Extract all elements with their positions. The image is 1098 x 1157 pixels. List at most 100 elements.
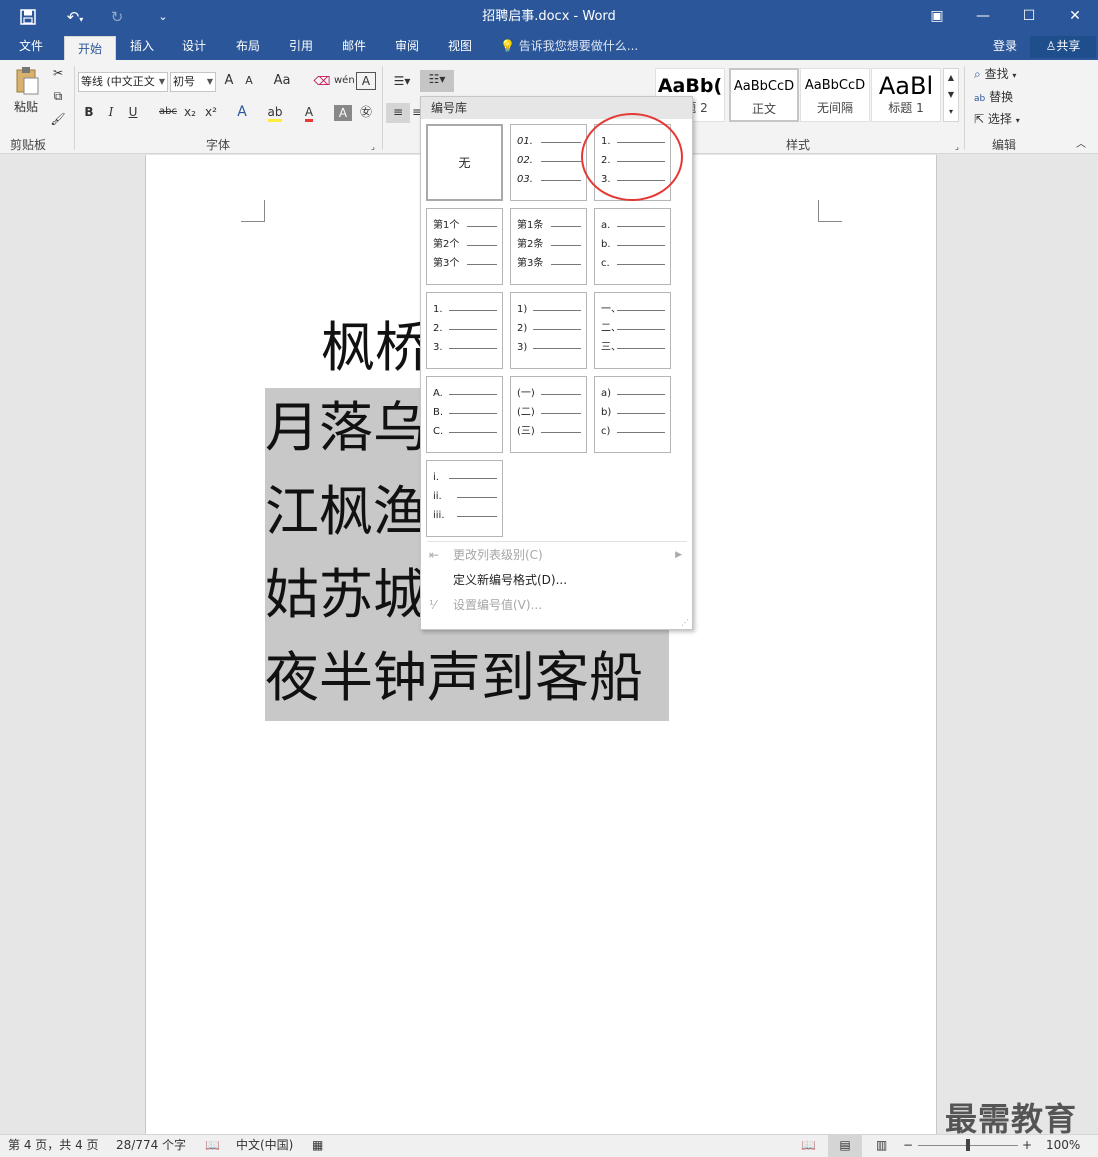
replace-icon: ab: [974, 94, 986, 104]
zoom-slider-thumb[interactable]: [966, 1139, 970, 1151]
resize-grip-icon[interactable]: ⋰: [681, 618, 689, 627]
tab-home[interactable]: 开始: [64, 36, 116, 60]
close-button[interactable]: ✕: [1052, 0, 1098, 34]
tell-me-search[interactable]: 💡 告诉我您想要做什么...: [500, 34, 638, 60]
character-border-icon[interactable]: A: [356, 72, 376, 90]
numbering-format-01[interactable]: 01. 02. 03.: [510, 124, 587, 201]
poem-title[interactable]: 枫桥: [321, 308, 429, 388]
font-name-combo[interactable]: 等线 (中文正文 ▼: [78, 72, 168, 92]
bold-button[interactable]: B: [80, 103, 98, 123]
align-left-icon[interactable]: ≡: [386, 103, 410, 123]
grow-font-icon[interactable]: A: [220, 72, 238, 92]
underline-button[interactable]: U: [124, 103, 142, 123]
numbering-format-1dot[interactable]: 1. 2. 3.: [426, 292, 503, 369]
language[interactable]: 中文(中国): [236, 1135, 293, 1157]
numbering-sample-rule: [449, 478, 497, 479]
share-button[interactable]: ♙共享: [1030, 36, 1096, 58]
minimize-button[interactable]: —: [960, 0, 1006, 34]
paste-icon[interactable]: [12, 66, 42, 98]
strikethrough-button[interactable]: abc: [156, 103, 180, 123]
numbering-format-chinese-paren[interactable]: (一) (二) (三): [510, 376, 587, 453]
phonetic-guide-icon[interactable]: wén: [334, 72, 355, 92]
poem-line[interactable]: 夜半钟声到客船: [265, 638, 669, 721]
style-heading1[interactable]: AaBl 标题 1: [871, 68, 941, 122]
print-layout-icon[interactable]: ▤: [828, 1135, 862, 1157]
paste-button[interactable]: 粘贴: [10, 98, 42, 118]
enclose-characters-icon[interactable]: ㊛: [356, 103, 376, 123]
styles-group-label: 样式: [786, 138, 811, 152]
numbering-sample-line: 3): [517, 338, 581, 357]
numbering-format-lower-alpha-dot[interactable]: a. b. c.: [594, 208, 671, 285]
macro-icon[interactable]: ▦: [312, 1135, 323, 1157]
login-button[interactable]: 登录: [993, 34, 1017, 60]
numbering-sample-rule: [449, 394, 497, 395]
find-button[interactable]: ⌕ 查找 ▾: [974, 65, 1036, 85]
subscript-button[interactable]: x₂: [181, 103, 199, 123]
cut-icon[interactable]: ✂: [48, 64, 68, 84]
numbering-marker: 1.: [433, 304, 443, 315]
tab-review[interactable]: 审阅: [383, 34, 431, 60]
web-layout-icon[interactable]: ▥: [876, 1135, 887, 1157]
numbering-sample-line: c.: [601, 254, 665, 273]
numbering-format-1paren[interactable]: 1) 2) 3): [510, 292, 587, 369]
style-normal[interactable]: AaBbCcD 正文: [729, 68, 799, 122]
numbering-format-tiao[interactable]: 第1条 第2条 第3条: [510, 208, 587, 285]
change-list-level-item[interactable]: ⇤ 更改列表级别(C) ▶: [421, 543, 692, 567]
numbering-format-lower-alpha-paren[interactable]: a) b) c): [594, 376, 671, 453]
numbering-marker: B.: [433, 407, 444, 418]
numbering-sample-rule: [449, 329, 497, 330]
character-shading-icon[interactable]: A: [334, 105, 352, 121]
numbering-marker: 第1个: [433, 220, 460, 231]
numbering-sample-line: 第3条: [517, 254, 581, 273]
tab-view[interactable]: 视图: [436, 34, 484, 60]
collapse-ribbon-icon[interactable]: ︿: [1074, 136, 1088, 156]
read-mode-icon[interactable]: 📖: [801, 1135, 816, 1157]
maximize-button[interactable]: ☐: [1006, 0, 1052, 34]
set-numbering-value-item[interactable]: ⅟ 设置编号值(V)...: [421, 593, 692, 617]
text-effects-icon[interactable]: A: [232, 103, 252, 123]
style-no-spacing[interactable]: AaBbCcD 无间隔: [800, 68, 870, 122]
numbering-sample-line: (二): [517, 403, 581, 422]
proofing-icon[interactable]: 📖: [205, 1135, 220, 1157]
numbering-sample-line: 2): [517, 319, 581, 338]
numbering-marker: 第3条: [517, 258, 544, 269]
word-count[interactable]: 28/774 个字: [116, 1135, 186, 1157]
shrink-font-icon[interactable]: A: [240, 72, 258, 92]
font-size-combo[interactable]: 初号 ▼: [170, 72, 216, 92]
select-label: 选择: [987, 112, 1012, 126]
numbering-marker: C.: [433, 426, 444, 437]
numbering-sample-rule: [617, 226, 665, 227]
bullets-icon[interactable]: ☰▾: [388, 72, 416, 92]
select-button[interactable]: ⇱ 选择 ▾: [974, 110, 1036, 130]
tab-insert[interactable]: 插入: [118, 34, 166, 60]
font-color-icon[interactable]: A: [298, 103, 320, 123]
search-icon: ⌕: [974, 67, 981, 81]
tab-mailings[interactable]: 邮件: [330, 34, 378, 60]
styles-scroll[interactable]: ▲ ▼ ▾: [943, 68, 959, 122]
numbering-format-roman[interactable]: i. ii. iii.: [426, 460, 503, 537]
format-painter-icon[interactable]: 🖌: [48, 110, 68, 130]
numbering-format-ge[interactable]: 第1个 第2个 第3个: [426, 208, 503, 285]
numbering-sample-rule: [449, 432, 497, 433]
tab-layout[interactable]: 布局: [224, 34, 272, 60]
numbering-format-chinese[interactable]: 一、 二、 三、: [594, 292, 671, 369]
define-new-format-item[interactable]: 定义新编号格式(D)...: [421, 568, 692, 592]
numbering-sample-rule: [617, 245, 665, 246]
ribbon-display-icon[interactable]: ▣: [914, 0, 960, 34]
tab-file[interactable]: 文件: [8, 34, 54, 60]
clear-formatting-icon[interactable]: ⌫: [312, 72, 332, 92]
numbering-none[interactable]: 无: [426, 124, 503, 201]
tab-references[interactable]: 引用: [277, 34, 325, 60]
copy-icon[interactable]: ⧉: [48, 87, 68, 107]
tab-design[interactable]: 设计: [170, 34, 218, 60]
italic-button[interactable]: I: [102, 103, 120, 123]
zoom-out-button[interactable]: −: [903, 1135, 913, 1157]
numbering-sample-line: 3.: [433, 338, 497, 357]
superscript-button[interactable]: x²: [202, 103, 220, 123]
change-case-button[interactable]: Aa: [268, 72, 296, 92]
page-count[interactable]: 第 4 页，共 4 页: [8, 1135, 99, 1157]
highlight-icon[interactable]: ab: [264, 103, 286, 123]
replace-button[interactable]: ab 替换: [974, 88, 1036, 108]
numbering-format-upper-alpha[interactable]: A. B. C.: [426, 376, 503, 453]
numbering-button[interactable]: ☷▾: [420, 70, 454, 92]
